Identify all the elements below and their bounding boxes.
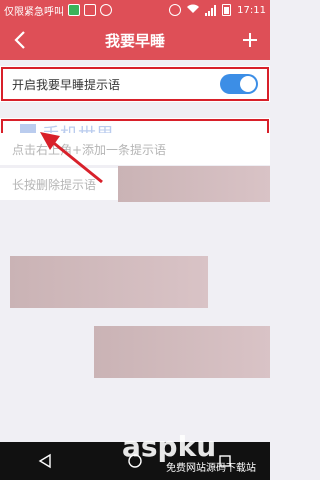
blurred-region [94, 326, 270, 378]
blurred-region [10, 256, 208, 308]
toggle-row[interactable]: 开启我要早睡提示语 [0, 66, 270, 102]
status-bar: 仅限紧急呼叫 17:11 [0, 0, 270, 20]
site-watermark-text: 免费网站源码下载站 [166, 463, 256, 474]
add-tip-button[interactable] [238, 28, 262, 52]
status-left: 仅限紧急呼叫 [4, 3, 112, 18]
clock-time: 17:11 [237, 4, 266, 16]
chevron-left-icon [14, 31, 25, 49]
hint-delete-text: 长按删除提示语 [12, 177, 97, 192]
status-right: 17:11 [169, 4, 266, 17]
page-title: 我要早睡 [104, 31, 165, 50]
alarm-icon [169, 4, 182, 16]
sync-icon [100, 4, 112, 16]
carrier-text: 仅限紧急呼叫 [4, 6, 64, 18]
battery-icon [222, 4, 232, 16]
signal-icon [205, 4, 217, 16]
blurred-region [118, 166, 270, 202]
wifi-icon [187, 4, 200, 17]
hint-add-row: 点击右上角+添加一条提示语 [0, 133, 270, 165]
early-sleep-toggle[interactable] [220, 74, 258, 94]
app-notification-icon [68, 4, 80, 16]
hint-add-text: 点击右上角+添加一条提示语 [12, 142, 167, 157]
image-notification-icon [84, 4, 96, 16]
plus-icon [243, 33, 257, 47]
back-button[interactable] [10, 28, 30, 52]
back-triangle-icon[interactable] [37, 453, 53, 469]
app-header: 我要早睡 [0, 20, 270, 60]
